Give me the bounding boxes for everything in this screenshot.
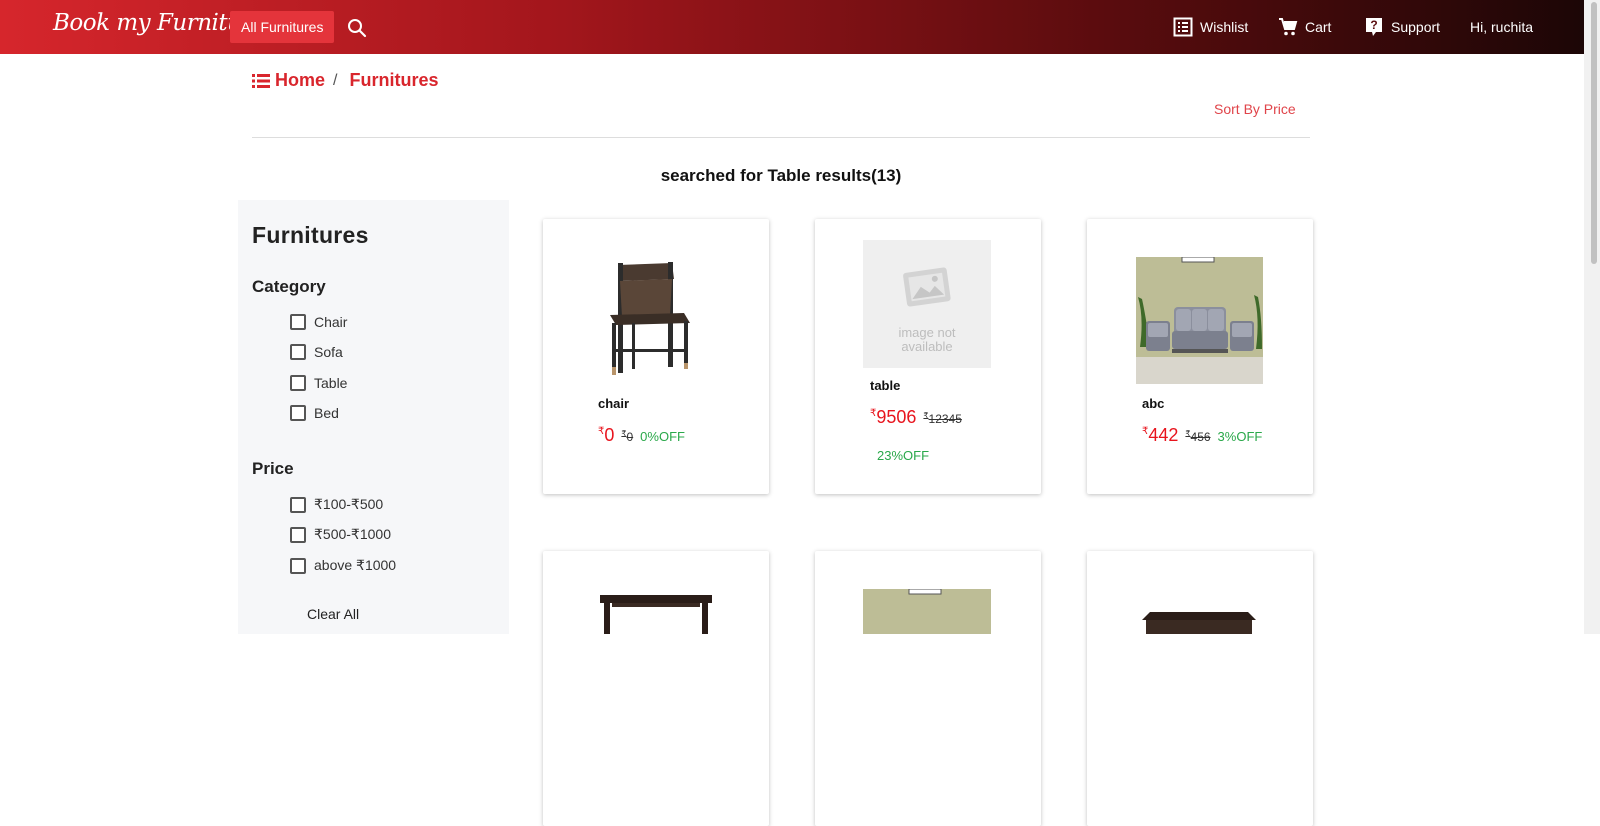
discount-label: 0%OFF [640,429,685,444]
cart-label: Cart [1305,19,1332,35]
checkbox[interactable] [290,496,306,513]
sofa-image [863,589,991,634]
checkbox[interactable] [290,405,306,421]
discount-label: 3%OFF [1217,429,1263,444]
discount-label: 23%OFF [877,448,930,463]
table-image [1142,612,1256,634]
sidebar-title: Furnitures [252,222,369,248]
checkbox[interactable] [290,314,306,330]
list-icon [1173,17,1193,37]
filter-label: ₹100-₹500 [314,496,384,512]
price-filter-100-500[interactable]: ₹100-₹500 [290,496,383,513]
cart-link[interactable]: Cart [1278,17,1331,37]
breadcrumb: Home / Furnitures [252,70,438,91]
product-name[interactable]: abc [1142,396,1164,411]
clear-all-button[interactable]: Clear All [307,606,359,622]
support-label: Support [1391,19,1441,35]
breadcrumb-current[interactable]: Furnitures [349,70,438,91]
svg-text:?: ? [1370,18,1377,32]
current-price: ₹9506 [870,407,917,427]
placeholder-text: available [901,339,952,354]
product-price-row: ₹442 ₹456 3%OFF [1142,425,1262,446]
checkbox[interactable] [290,557,306,574]
category-filter-chair[interactable]: Chair [290,314,347,330]
product-name[interactable]: chair [598,396,629,411]
price-filter-500-1000[interactable]: ₹500-₹1000 [290,526,391,543]
current-price: ₹442 [1142,425,1179,445]
filter-label: Chair [314,314,348,330]
product-card[interactable] [543,551,769,826]
search-icon[interactable] [347,18,367,38]
cart-icon [1279,18,1298,36]
product-card[interactable]: chair ₹0 ₹0 0%OFF [543,219,769,494]
category-filter-table[interactable]: Table [290,375,347,391]
chair-image [598,257,718,383]
filter-label: Bed [314,405,339,421]
all-furnitures-button[interactable]: All Furnitures [230,11,335,43]
placeholder-image: image not available [863,240,991,368]
product-name[interactable]: table [870,378,900,393]
sort-by-price-button[interactable]: Sort By Price [1214,101,1296,117]
filter-label: ₹500-₹1000 [314,526,391,542]
filter-label: Sofa [314,344,343,360]
current-price: ₹0 [598,425,615,445]
sofa-image [1136,257,1263,384]
product-price-row: ₹9506 ₹12345 [870,407,962,428]
user-menu[interactable]: Hi, ruchita [1470,19,1533,35]
top-navbar: Book my Furniture All Furnitures Wishlis… [0,0,1584,54]
filter-label: above ₹1000 [314,557,397,573]
checkbox[interactable] [290,375,306,391]
placeholder-text: image not [898,325,955,340]
wishlist-link[interactable]: Wishlist [1173,17,1248,37]
support-link[interactable]: ? Support [1364,17,1440,37]
breadcrumb-home[interactable]: Home [275,70,325,91]
help-icon: ? [1366,18,1382,36]
category-filter-sofa[interactable]: Sofa [290,344,343,360]
category-heading: Category [252,277,326,296]
original-price: ₹12345 [923,411,962,426]
breadcrumb-separator: / [333,71,338,89]
divider [252,137,1310,138]
filter-sidebar: Furnitures Category Chair Sofa Table Bed… [238,200,509,634]
price-filter-above-1000[interactable]: above ₹1000 [290,557,396,574]
original-price: ₹0 [621,429,634,444]
product-card[interactable]: image not available table ₹9506 ₹12345 2… [815,219,1041,494]
wishlist-label: Wishlist [1200,19,1249,35]
search-results-heading: searched for Table results(13) [660,166,902,185]
price-heading: Price [252,459,294,478]
product-card[interactable] [815,551,1041,826]
table-image [600,595,712,634]
category-filter-bed[interactable]: Bed [290,405,339,421]
scrollbar[interactable] [1584,0,1600,634]
product-price-row: ₹0 ₹0 0%OFF [598,425,685,446]
filter-label: Table [314,375,348,391]
original-price: ₹456 [1185,429,1211,444]
product-card[interactable]: abc ₹442 ₹456 3%OFF [1087,219,1313,494]
scrollbar-thumb[interactable] [1591,2,1597,264]
checkbox[interactable] [290,344,306,360]
list-bullets-icon [252,73,270,88]
product-card[interactable] [1087,551,1313,826]
checkbox[interactable] [290,526,306,543]
